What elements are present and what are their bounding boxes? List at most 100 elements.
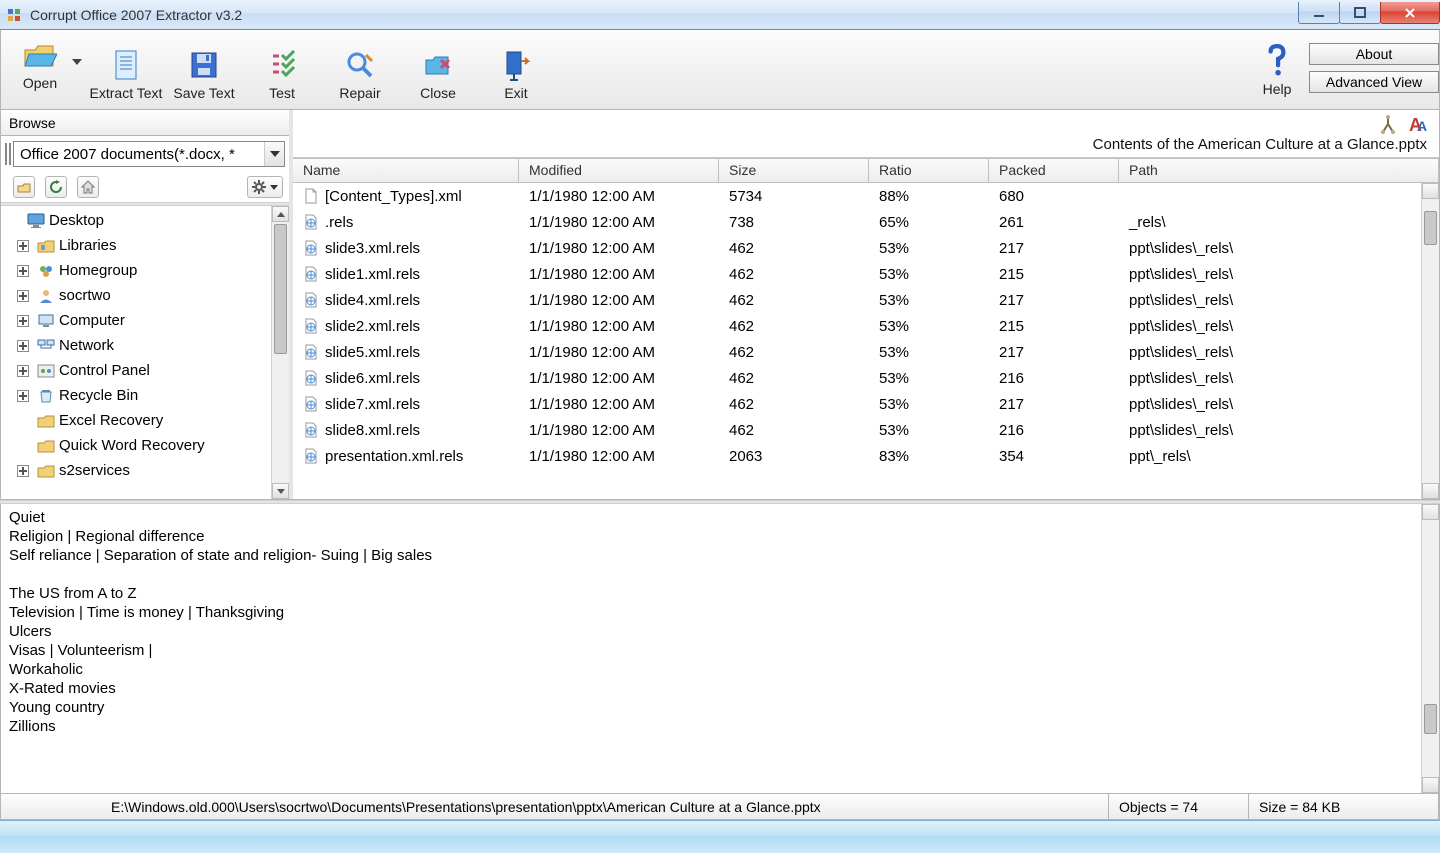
tree-item[interactable]: Network — [1, 333, 271, 358]
tree-item[interactable]: Homegroup — [1, 258, 271, 283]
extract-scrollbar[interactable] — [1421, 504, 1439, 793]
scroll-up-icon[interactable] — [1422, 183, 1439, 199]
cell-size: 462 — [719, 266, 869, 283]
tree-item[interactable]: Excel Recovery — [1, 408, 271, 433]
col-header-name[interactable]: Name — [293, 159, 519, 182]
table-row[interactable]: slide4.xml.rels1/1/1980 12:00 AM46253%21… — [293, 287, 1421, 313]
expander-icon[interactable] — [17, 390, 29, 402]
tree-item[interactable]: Control Panel — [1, 358, 271, 383]
close-folder-icon — [423, 45, 453, 85]
tree-item[interactable]: Quick Word Recovery — [1, 433, 271, 458]
cell-name: slide1.xml.rels — [325, 266, 420, 283]
table-row[interactable]: slide6.xml.rels1/1/1980 12:00 AM46253%21… — [293, 365, 1421, 391]
grid-scrollbar[interactable] — [1421, 183, 1439, 499]
scroll-thumb[interactable] — [1424, 704, 1437, 734]
tree-item[interactable]: socrtwo — [1, 283, 271, 308]
extract-text-button[interactable]: Extract Text — [87, 34, 165, 104]
window-maximize-button[interactable] — [1339, 2, 1381, 24]
grip-icon[interactable] — [5, 143, 11, 165]
cell-modified: 1/1/1980 12:00 AM — [519, 396, 719, 413]
test-button[interactable]: Test — [243, 34, 321, 104]
cell-packed: 354 — [989, 448, 1119, 465]
col-header-ratio[interactable]: Ratio — [869, 159, 989, 182]
folder-tree[interactable]: DesktopLibrariesHomegroupsocrtwo Computer… — [1, 206, 289, 499]
col-header-size[interactable]: Size — [719, 159, 869, 182]
tree-item[interactable]: s2services — [1, 458, 271, 483]
user-icon — [37, 288, 55, 304]
scroll-thumb[interactable] — [274, 224, 287, 354]
cell-packed: 261 — [989, 214, 1119, 231]
filter-dropdown-icon[interactable] — [264, 142, 284, 166]
expander-icon[interactable] — [17, 365, 29, 377]
advanced-view-button[interactable]: Advanced View — [1309, 71, 1439, 93]
cell-name: [Content_Types].xml — [325, 188, 462, 205]
computer-icon — [37, 313, 55, 329]
scroll-thumb[interactable] — [1424, 211, 1437, 245]
table-row[interactable]: [Content_Types].xml1/1/1980 12:00 AM5734… — [293, 183, 1421, 209]
col-header-packed[interactable]: Packed — [989, 159, 1119, 182]
repair-button[interactable]: Repair — [321, 34, 399, 104]
tree-item[interactable]: Computer — [1, 308, 271, 333]
tree-scrollbar[interactable] — [271, 206, 289, 499]
open-dropdown-caret-icon[interactable] — [72, 59, 82, 69]
col-header-modified[interactable]: Modified — [519, 159, 719, 182]
window-close-button[interactable] — [1380, 2, 1440, 24]
checklist-icon — [267, 45, 297, 85]
cell-size: 462 — [719, 422, 869, 439]
file-type-filter[interactable] — [13, 141, 285, 167]
save-text-button[interactable]: Save Text — [165, 34, 243, 104]
tree-item[interactable]: Recycle Bin — [1, 383, 271, 408]
file-type-filter-input[interactable] — [14, 146, 264, 163]
scroll-down-icon[interactable] — [272, 483, 289, 499]
cell-ratio: 88% — [869, 188, 989, 205]
window-minimize-button[interactable] — [1298, 2, 1340, 24]
cell-name: slide3.xml.rels — [325, 240, 420, 257]
col-header-path[interactable]: Path — [1119, 159, 1439, 182]
table-row[interactable]: slide3.xml.rels1/1/1980 12:00 AM46253%21… — [293, 235, 1421, 261]
exit-button[interactable]: Exit — [477, 34, 555, 104]
expander-icon[interactable] — [17, 315, 29, 327]
tree-item[interactable]: Libraries — [1, 233, 271, 258]
cell-packed: 217 — [989, 344, 1119, 361]
expander-icon[interactable] — [17, 340, 29, 352]
chevron-down-icon — [270, 185, 278, 190]
tree-item[interactable]: Desktop — [1, 208, 271, 233]
cell-path: ppt\slides\_rels\ — [1119, 396, 1421, 413]
tree-item-label: Computer — [59, 312, 125, 329]
about-button[interactable]: About — [1309, 43, 1439, 65]
scroll-up-icon[interactable] — [272, 206, 289, 222]
window-title: Corrupt Office 2007 Extractor v3.2 — [28, 7, 1299, 23]
expander-icon[interactable] — [17, 240, 29, 252]
nav-up-icon[interactable] — [13, 176, 35, 198]
save-icon — [189, 45, 219, 85]
expander-icon[interactable] — [17, 465, 29, 477]
close-button[interactable]: Close — [399, 34, 477, 104]
cell-size: 462 — [719, 240, 869, 257]
browse-panel: Browse DesktopLibrariesHomegroupsocrtwoC… — [1, 110, 293, 499]
nav-home-icon[interactable] — [77, 176, 99, 198]
scroll-up-icon[interactable] — [1422, 504, 1439, 520]
extracted-text[interactable]: Quiet Religion | Regional difference Sel… — [1, 504, 1421, 793]
help-button[interactable]: Help — [1249, 30, 1305, 100]
extracted-text-panel: Quiet Religion | Regional difference Sel… — [0, 504, 1440, 794]
table-row[interactable]: slide1.xml.rels1/1/1980 12:00 AM46253%21… — [293, 261, 1421, 287]
cell-packed: 215 — [989, 266, 1119, 283]
windows-taskbar[interactable] — [0, 820, 1440, 853]
folder-icon — [37, 413, 55, 429]
nav-refresh-icon[interactable] — [45, 176, 67, 198]
browse-settings-button[interactable] — [247, 176, 283, 198]
table-row[interactable]: .rels1/1/1980 12:00 AM73865%261_rels\ — [293, 209, 1421, 235]
open-button[interactable]: Open — [7, 34, 87, 94]
cell-name: slide8.xml.rels — [325, 422, 420, 439]
table-row[interactable]: slide7.xml.rels1/1/1980 12:00 AM46253%21… — [293, 391, 1421, 417]
cell-ratio: 53% — [869, 344, 989, 361]
cell-path: ppt\slides\_rels\ — [1119, 370, 1421, 387]
table-row[interactable]: slide2.xml.rels1/1/1980 12:00 AM46253%21… — [293, 313, 1421, 339]
table-row[interactable]: slide8.xml.rels1/1/1980 12:00 AM46253%21… — [293, 417, 1421, 443]
table-row[interactable]: presentation.xml.rels1/1/1980 12:00 AM20… — [293, 443, 1421, 469]
expander-icon[interactable] — [17, 290, 29, 302]
expander-icon[interactable] — [17, 265, 29, 277]
table-row[interactable]: slide5.xml.rels1/1/1980 12:00 AM46253%21… — [293, 339, 1421, 365]
scroll-down-icon[interactable] — [1422, 483, 1439, 499]
scroll-down-icon[interactable] — [1422, 777, 1439, 793]
